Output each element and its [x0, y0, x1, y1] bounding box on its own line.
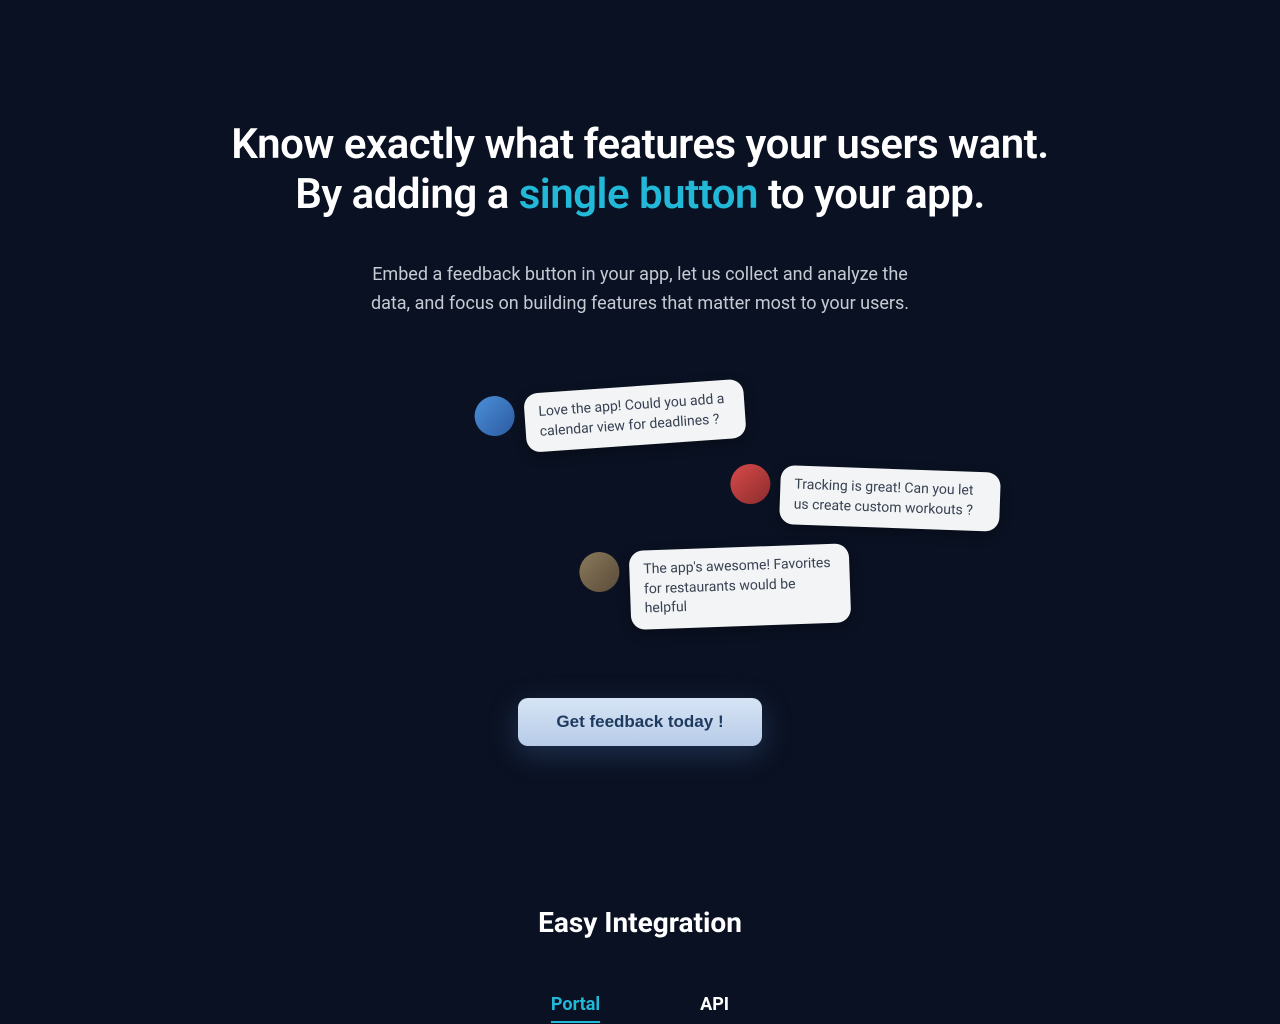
feedback-bubble: Tracking is great! Can you let us create…	[779, 465, 1001, 532]
tab-api[interactable]: API	[700, 994, 729, 1023]
avatar	[473, 395, 516, 438]
get-feedback-button[interactable]: Get feedback today !	[518, 698, 761, 746]
hero-title-highlight: single button	[519, 170, 758, 219]
feedback-message: Love the app! Could you add a calendar v…	[473, 379, 746, 457]
feedback-bubble: The app's awesome! Favorites for restaur…	[629, 544, 852, 630]
hero-title-line2-pre: By adding a	[295, 170, 519, 219]
tab-portal[interactable]: Portal	[551, 994, 600, 1023]
feedback-message: Tracking is great! Can you let us create…	[729, 464, 1001, 533]
integration-tabs: Portal API	[0, 994, 1280, 1023]
hero-title-line2-post: to your app.	[758, 170, 985, 219]
feedback-messages: Love the app! Could you add a calendar v…	[140, 388, 1140, 608]
hero-title: Know exactly what features your users wa…	[140, 120, 1140, 221]
feedback-bubble: Love the app! Could you add a calendar v…	[523, 379, 747, 453]
integration-section-title: Easy Integration	[0, 906, 1280, 939]
hero-title-line1: Know exactly what features your users wa…	[231, 120, 1048, 169]
feedback-message: The app's awesome! Favorites for restaur…	[579, 544, 852, 632]
hero-subtitle: Embed a feedback button in your app, let…	[360, 261, 920, 319]
avatar	[730, 464, 771, 505]
avatar	[579, 552, 620, 593]
